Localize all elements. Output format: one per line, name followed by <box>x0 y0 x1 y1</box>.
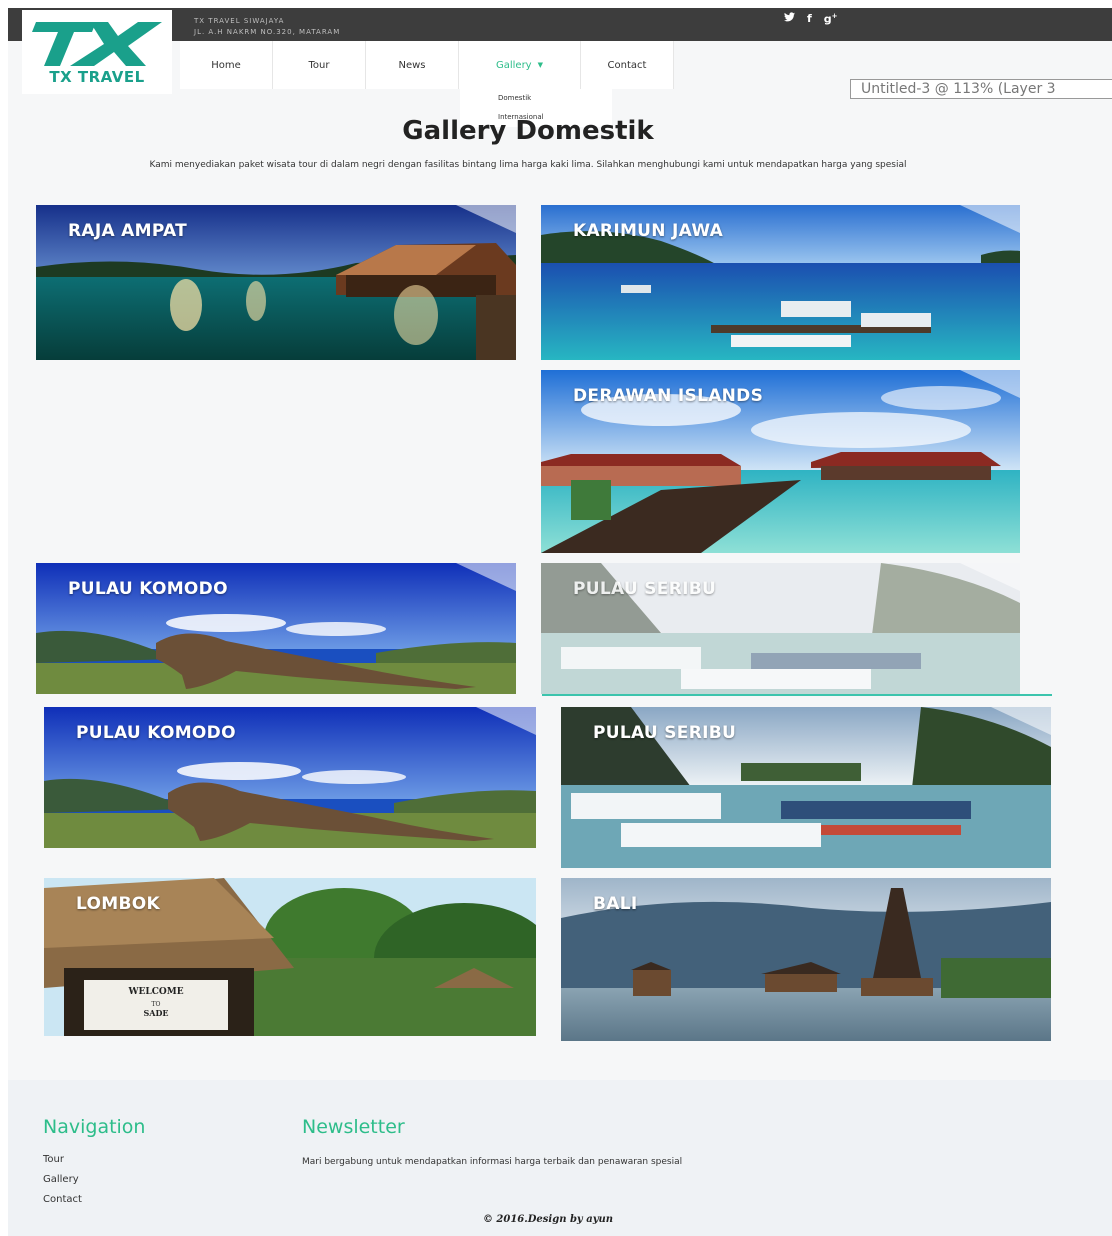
top-bar: TX TRAVEL SIWAJAYA JL. A.H NAKRM NO.320,… <box>8 8 1112 41</box>
footer-newsletter-title: Newsletter <box>302 1116 405 1138</box>
gallery-item-label: DERAWAN ISLANDS <box>573 386 764 406</box>
gallery-item-label: PULAU KOMODO <box>76 723 236 743</box>
google-plus-icon[interactable]: g+ <box>824 12 838 26</box>
footer-link-tour[interactable]: Tour <box>43 1154 82 1174</box>
svg-text:WELCOME: WELCOME <box>127 987 183 997</box>
svg-text:TO: TO <box>152 1001 161 1008</box>
dropdown-item-domestik[interactable]: Domestik <box>460 89 612 108</box>
gallery-item-label: RAJA AMPAT <box>68 221 188 241</box>
gallery-item-pulau-komodo[interactable]: PULAU KOMODO <box>36 563 516 694</box>
gallery-item-label: BALI <box>593 894 638 914</box>
nav-tour[interactable]: Tour <box>273 41 366 89</box>
gallery-item-raja-ampat[interactable]: RAJA AMPAT <box>36 205 516 360</box>
footer: Navigation Tour Gallery Contact Newslett… <box>8 1080 1112 1236</box>
main-nav: Home Tour News Gallery ▼ Contact <box>180 41 674 89</box>
gallery-item-label: KARIMUN JAWA <box>573 221 724 241</box>
gallery-item-derawan-islands[interactable]: DERAWAN ISLANDS <box>541 370 1020 553</box>
chevron-down-icon: ▼ <box>537 61 543 69</box>
logo-text: TX TRAVEL <box>49 68 145 86</box>
corner-fold <box>456 563 516 591</box>
gallery-item-pulau-komodo-2[interactable]: PULAU KOMODO <box>44 707 536 848</box>
corner-fold <box>476 707 536 735</box>
gallery-item-karimun-jawa[interactable]: KARIMUN JAWA <box>541 205 1020 360</box>
footer-nav-title: Navigation <box>43 1116 146 1138</box>
gallery-item-pulau-seribu-2[interactable]: PULAU SERIBU <box>561 707 1051 868</box>
gallery-item-bali[interactable]: BALI <box>561 878 1051 1041</box>
footer-nav-links: Tour Gallery Contact <box>43 1154 82 1214</box>
nav-news[interactable]: News <box>366 41 459 89</box>
address-line-1: TX TRAVEL SIWAJAYA <box>194 17 285 25</box>
address: TX TRAVEL SIWAJAYA JL. A.H NAKRM NO.320,… <box>194 16 340 38</box>
corner-fold <box>456 205 516 233</box>
corner-fold <box>960 370 1020 398</box>
svg-text:SADE: SADE <box>143 1008 168 1018</box>
nav-gallery[interactable]: Gallery ▼ <box>459 41 581 89</box>
social-links: f g+ <box>784 12 838 26</box>
nav-gallery-label: Gallery <box>495 59 532 71</box>
divider <box>542 694 1052 696</box>
gallery-item-label: PULAU SERIBU <box>573 579 717 599</box>
copyright: © 2016.Design by ayun <box>482 1214 614 1225</box>
gallery-item-label: LOMBOK <box>76 894 160 914</box>
corner-fold <box>960 205 1020 233</box>
address-line-2: JL. A.H NAKRM NO.320, MATARAM <box>194 28 341 36</box>
nav-home[interactable]: Home <box>180 41 273 89</box>
facebook-icon[interactable]: f <box>807 12 812 26</box>
page-title: Gallery Domestik <box>402 116 654 146</box>
footer-link-gallery[interactable]: Gallery <box>43 1174 82 1194</box>
gallery-item-pulau-seribu[interactable]: PULAU SERIBU <box>541 563 1020 694</box>
nav-contact[interactable]: Contact <box>581 41 674 89</box>
gallery-item-label: PULAU SERIBU <box>593 723 737 743</box>
page: TX TRAVEL SIWAJAYA JL. A.H NAKRM NO.320,… <box>8 8 1112 1236</box>
gallery-item-label: PULAU KOMODO <box>68 579 228 599</box>
corner-fold <box>960 563 1020 591</box>
newsletter-text: Mari bergabung untuk mendapatkan informa… <box>302 1157 683 1167</box>
corner-fold <box>991 707 1051 735</box>
page-description: Kami menyediakan paket wisata tour di da… <box>149 160 907 170</box>
overlay-label: Untitled-3 @ 113% (Layer 3 <box>850 79 1112 99</box>
logo[interactable]: TX TRAVEL <box>22 10 172 94</box>
footer-link-contact[interactable]: Contact <box>43 1194 82 1214</box>
tx-logo-icon <box>32 22 162 66</box>
gallery-item-lombok[interactable]: WELCOME TO SADE LOMBOK <box>44 878 536 1036</box>
twitter-icon[interactable] <box>784 12 795 26</box>
